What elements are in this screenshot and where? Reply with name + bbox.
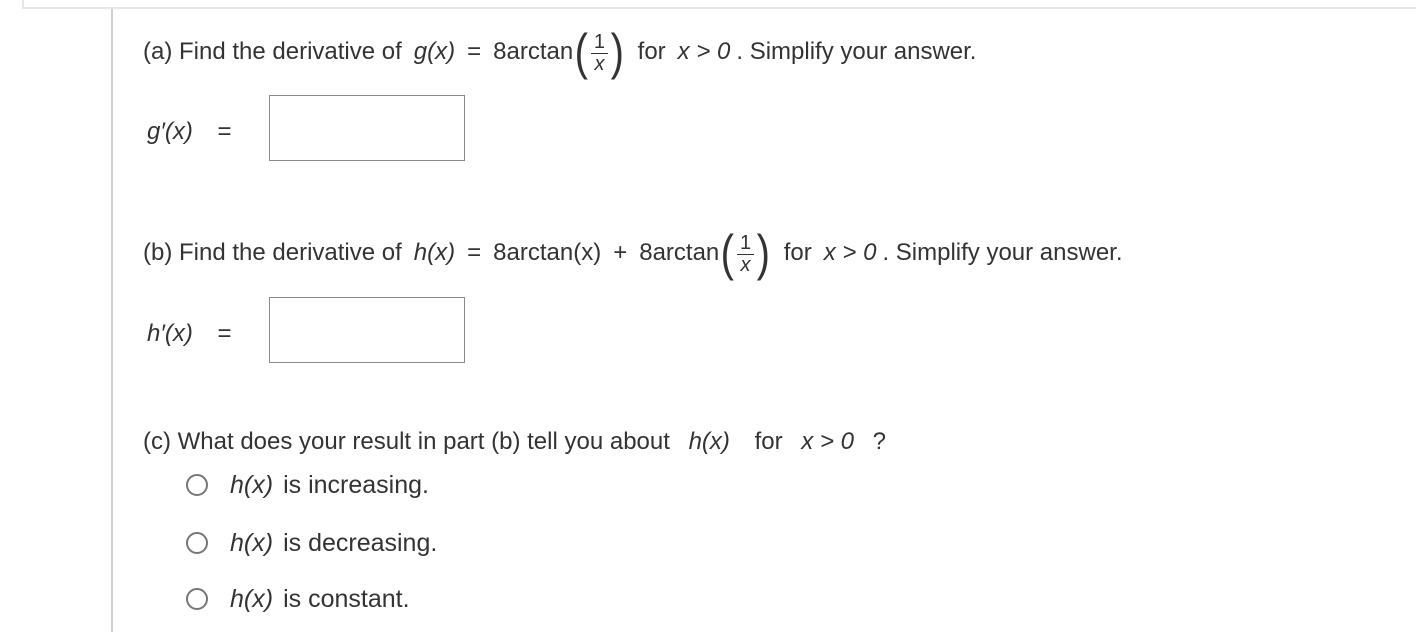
question-b-term1: 8arctan(x) [493, 239, 602, 266]
fraction-denominator: x [594, 52, 605, 75]
fraction-numerator: 1 [736, 232, 755, 255]
question-a-prompt: (a) Find the derivative of g(x) = 8arcta… [143, 22, 976, 82]
question-b-for: for [783, 239, 812, 266]
question-a-prefix: (a) Find the derivative of [143, 38, 402, 65]
answer-b-label-row: h′(x) = [147, 320, 232, 348]
answer-b-label: h′(x) [147, 320, 193, 347]
option-increasing[interactable]: h(x) is increasing. [186, 467, 429, 503]
question-c-function: h(x) [688, 428, 730, 455]
answer-a-label: g′(x) [147, 118, 193, 145]
answer-a-equals: = [217, 118, 232, 145]
option-function: h(x) [230, 470, 274, 499]
option-decreasing[interactable]: h(x) is decreasing. [186, 525, 437, 561]
question-b-arctan: 8arctan [639, 239, 720, 266]
question-a-function: g(x) [413, 38, 456, 65]
question-c-qmark: ? [872, 428, 887, 455]
option-label[interactable]: is constant. [283, 585, 409, 614]
question-b-equals: = [467, 239, 482, 266]
question-a-arctan: 8arctan [493, 38, 574, 65]
question-c-condition: x > 0 [801, 428, 854, 455]
answer-b-equals: = [217, 320, 232, 347]
question-c-prompt: (c) What does your result in part (b) te… [143, 428, 886, 456]
option-constant[interactable]: h(x) is constant. [186, 581, 410, 617]
question-b-suffix: . Simplify your answer. [882, 239, 1123, 266]
radio-button[interactable] [186, 532, 208, 554]
fraction-numerator: 1 [590, 31, 608, 54]
option-label[interactable]: is increasing. [283, 471, 429, 500]
question-c-prefix: (c) What does your result in part (b) te… [143, 428, 670, 455]
question-b-function: h(x) [413, 239, 456, 266]
question-a-fraction: ( 1 x ) [574, 24, 624, 80]
question-b-condition: x > 0 [823, 239, 877, 266]
option-function: h(x) [230, 584, 274, 613]
panel-top-border [22, 7, 1416, 9]
question-c-for: for [754, 428, 783, 455]
fraction-denominator: x [740, 253, 751, 276]
question-a-for: for [637, 38, 666, 65]
answer-a-label-row: g′(x) = [147, 118, 232, 146]
radio-button[interactable] [186, 588, 208, 610]
question-a-condition: x > 0 [677, 38, 731, 65]
option-function: h(x) [230, 528, 274, 557]
radio-button[interactable] [186, 474, 208, 496]
panel-left-border [111, 9, 113, 632]
question-a-suffix: . Simplify your answer. [736, 38, 977, 65]
question-b-prompt: (b) Find the derivative of h(x) = 8arcta… [143, 223, 1123, 283]
question-b-fraction: ( 1 x ) [720, 225, 771, 281]
question-b-plus: + [613, 239, 628, 266]
answer-b-input[interactable] [269, 297, 465, 363]
question-a-equals: = [467, 38, 482, 65]
answer-a-input[interactable] [269, 95, 465, 161]
question-b-prefix: (b) Find the derivative of [143, 239, 402, 266]
option-label[interactable]: is decreasing. [283, 529, 437, 558]
